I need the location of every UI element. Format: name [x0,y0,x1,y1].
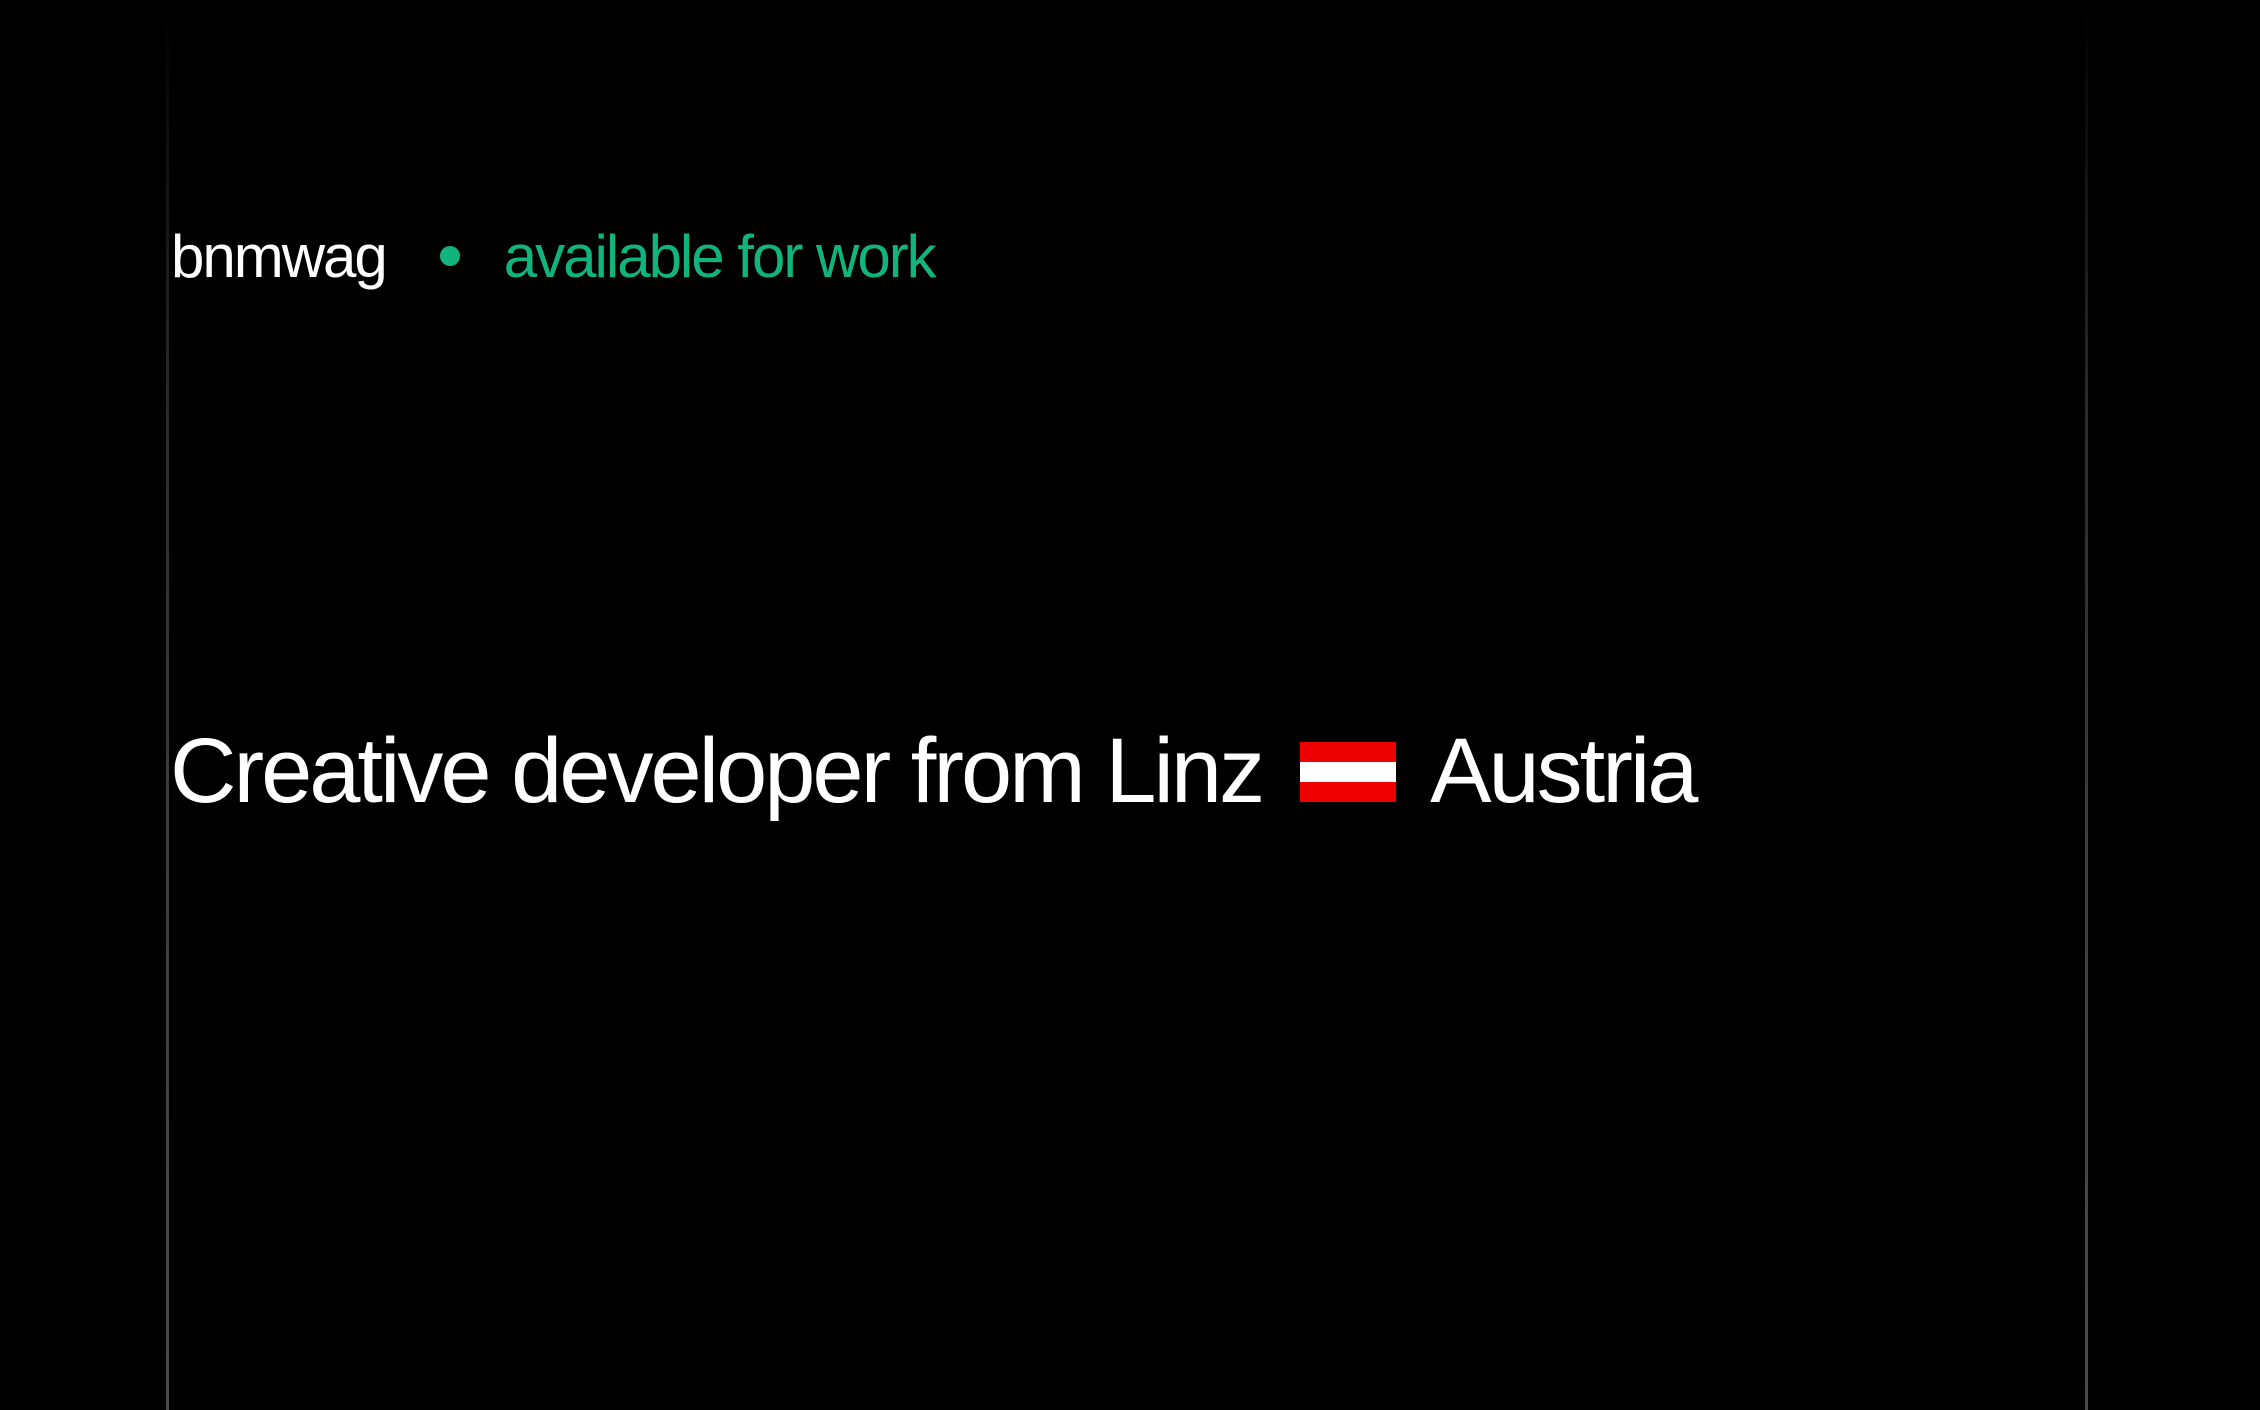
right-frame-line [2085,0,2088,1410]
status-dot-icon [439,246,460,266]
hero-headline: Creative developer from Linz Austria [170,714,1698,830]
austria-flag-icon [1300,741,1397,802]
headline-text-location: Creative developer from Linz [170,720,1265,823]
availability-status: available for work [439,222,937,291]
site-header: bnmwag available for work [171,218,937,294]
availability-status-text: available for work [503,222,937,290]
left-frame-line [166,0,169,1410]
headline-text-country: Austria [1430,720,1698,823]
brand-logo-link[interactable]: bnmwag [171,222,388,291]
